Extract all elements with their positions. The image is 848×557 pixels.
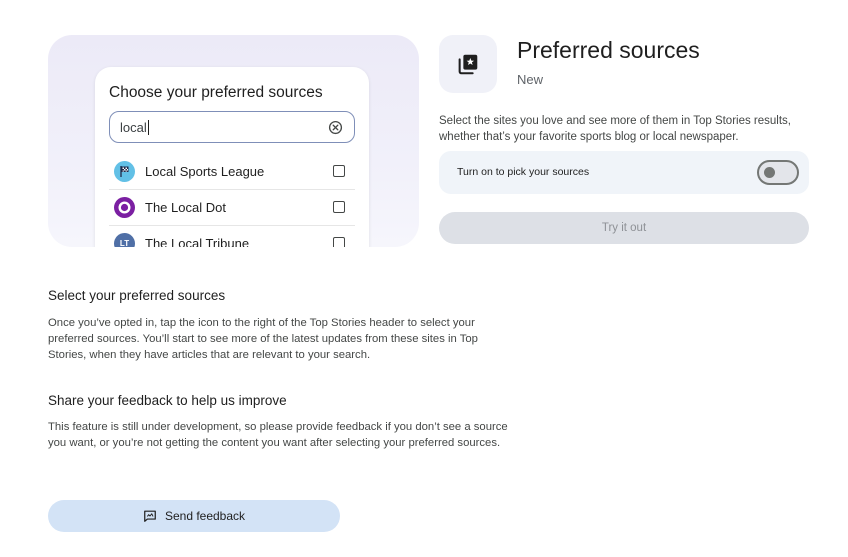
toggle-label: Turn on to pick your sources	[457, 166, 590, 178]
source-row-the-local-tribune[interactable]: LT The Local Tribune	[109, 226, 355, 247]
text-caret	[147, 120, 149, 135]
pick-sources-switch[interactable]	[757, 160, 799, 185]
source-row-local-sports-league[interactable]: Local Sports League	[109, 154, 355, 190]
star-article-icon	[458, 54, 478, 75]
send-feedback-button[interactable]: Send feedback	[48, 500, 340, 532]
section-body-select-sources: Once you’ve opted in, tap the icon to th…	[48, 317, 478, 361]
search-input-value: local	[120, 120, 149, 135]
try-it-out-button[interactable]: Try it out	[439, 212, 809, 244]
source-checkbox[interactable]	[333, 237, 345, 247]
clear-icon[interactable]	[328, 120, 343, 135]
pick-sources-toggle-row[interactable]: Turn on to pick your sources	[439, 151, 809, 194]
switch-knob	[764, 167, 775, 178]
source-checkbox[interactable]	[333, 201, 345, 213]
feedback-icon	[144, 510, 156, 522]
illustration-card: Choose your preferred sources local Loca…	[48, 35, 419, 247]
chooser-title: Choose your preferred sources	[109, 84, 323, 101]
page-title: Preferred sources	[517, 37, 700, 63]
source-checkbox[interactable]	[333, 165, 345, 177]
feature-description: Select the sites you love and see more o…	[439, 115, 791, 143]
preferred-sources-icon	[439, 35, 497, 93]
source-chooser-panel: Choose your preferred sources local Loca…	[95, 67, 369, 247]
section-title-feedback: Share your feedback to help us improve	[48, 393, 287, 408]
status-badge: New	[517, 72, 544, 87]
source-row-the-local-dot[interactable]: The Local Dot	[109, 190, 355, 226]
source-name: The Local Tribune	[145, 236, 250, 247]
section-title-select-sources: Select your preferred sources	[48, 288, 226, 303]
flag-logo-icon	[114, 161, 135, 182]
send-feedback-label: Send feedback	[164, 509, 246, 523]
monogram-logo-icon: LT	[114, 233, 135, 247]
ring-logo-icon	[114, 197, 135, 218]
source-search-input[interactable]: local	[109, 111, 355, 143]
source-name: The Local Dot	[145, 200, 226, 215]
section-body-feedback: This feature is still under development,…	[48, 421, 508, 449]
source-name: Local Sports League	[145, 164, 265, 179]
